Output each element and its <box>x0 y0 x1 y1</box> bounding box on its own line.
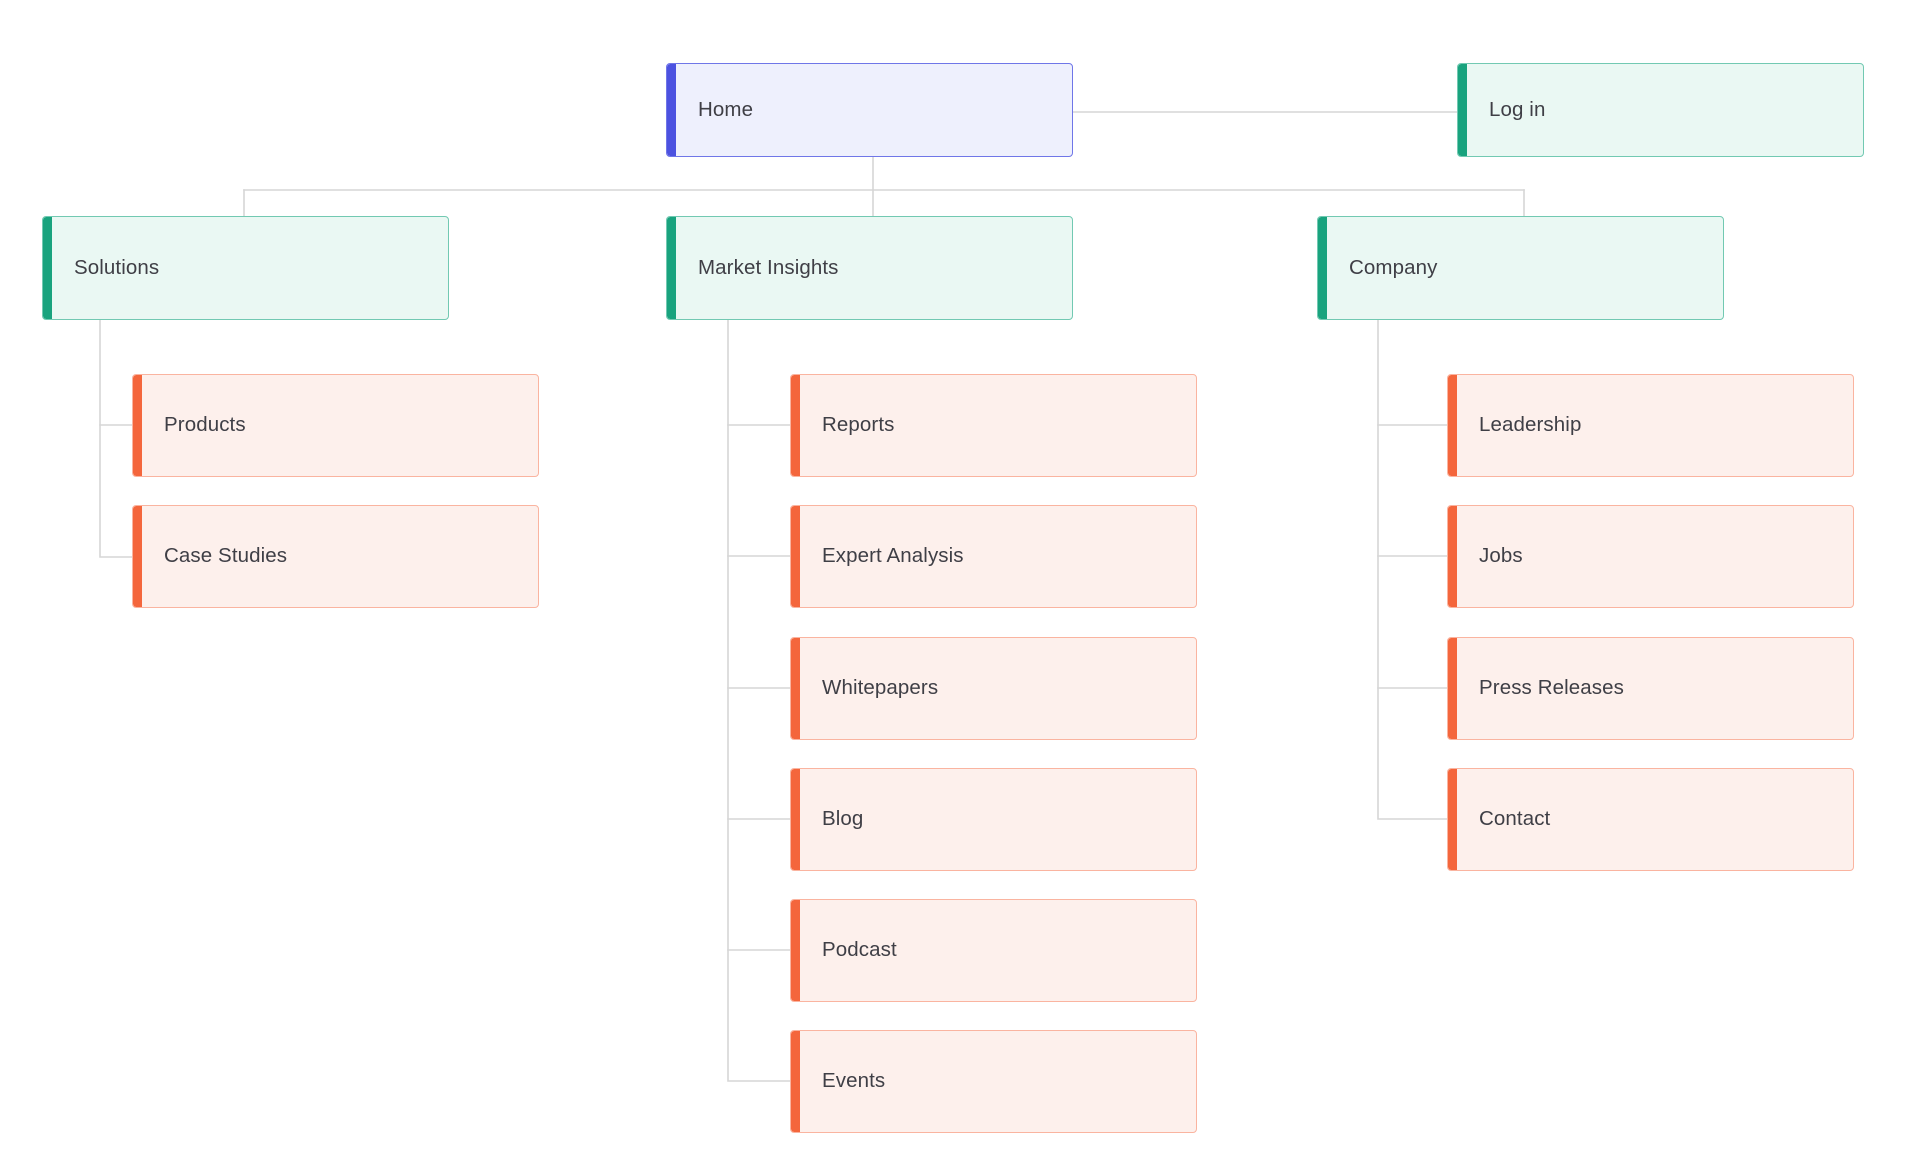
node-whitepapers[interactable]: Whitepapers <box>790 637 1197 740</box>
node-leadership[interactable]: Leadership <box>1447 374 1854 477</box>
node-label: Expert Analysis <box>822 544 964 568</box>
node-label: Solutions <box>74 255 160 279</box>
node-login[interactable]: Log in <box>1457 63 1864 157</box>
node-label: Podcast <box>822 938 897 962</box>
node-contact[interactable]: Contact <box>1447 768 1854 871</box>
node-label: Case Studies <box>164 544 288 568</box>
node-label: Whitepapers <box>822 676 939 700</box>
node-label: Press Releases <box>1479 676 1624 700</box>
node-label: Company <box>1349 255 1438 279</box>
node-jobs[interactable]: Jobs <box>1447 505 1854 608</box>
node-label: Products <box>164 413 246 437</box>
node-press-releases[interactable]: Press Releases <box>1447 637 1854 740</box>
node-home[interactable]: Home <box>666 63 1073 157</box>
node-label: Log in <box>1489 97 1546 121</box>
node-label: Home <box>698 97 754 121</box>
node-market-insights[interactable]: Market Insights <box>666 216 1073 320</box>
node-label: Contact <box>1479 807 1551 831</box>
sitemap-canvas: Home Log in Solutions Market Insights Co… <box>0 0 1920 1151</box>
node-events[interactable]: Events <box>790 1030 1197 1133</box>
node-expert-analysis[interactable]: Expert Analysis <box>790 505 1197 608</box>
spine-market-insights <box>727 319 791 1082</box>
node-case-studies[interactable]: Case Studies <box>132 505 539 608</box>
node-label: Market Insights <box>698 255 839 279</box>
node-company[interactable]: Company <box>1317 216 1724 320</box>
node-blog[interactable]: Blog <box>790 768 1197 871</box>
node-label: Leadership <box>1479 413 1582 437</box>
node-podcast[interactable]: Podcast <box>790 899 1197 1002</box>
node-label: Jobs <box>1479 544 1523 568</box>
node-products[interactable]: Products <box>132 374 539 477</box>
spine-company <box>1377 319 1448 820</box>
node-label: Blog <box>822 807 864 831</box>
node-reports[interactable]: Reports <box>790 374 1197 477</box>
node-label: Reports <box>822 413 895 437</box>
node-label: Events <box>822 1069 886 1093</box>
node-solutions[interactable]: Solutions <box>42 216 449 320</box>
